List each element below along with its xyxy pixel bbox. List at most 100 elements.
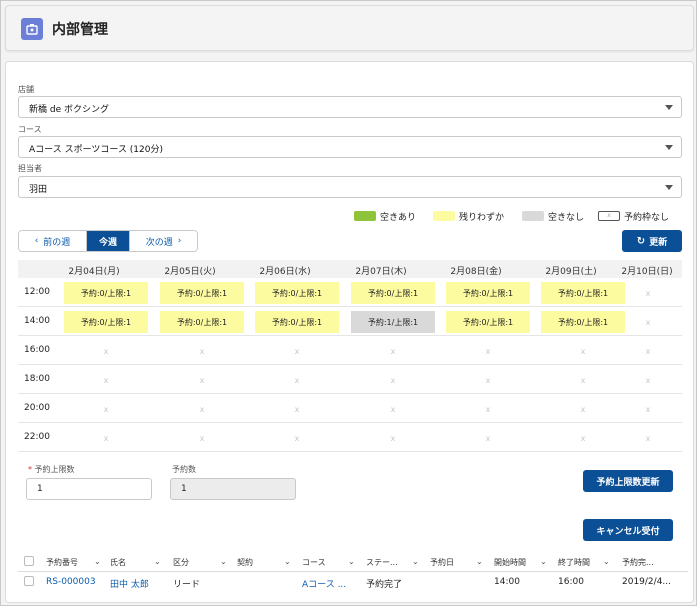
prev-week-button[interactable]: ‹ 前の週	[19, 231, 87, 251]
staff-select[interactable]: 羽田	[18, 176, 682, 198]
count-field: 1	[170, 478, 296, 500]
limit-label: * 予約上限数	[28, 464, 75, 475]
refresh-button[interactable]: ↻ 更新	[622, 230, 682, 252]
slot-empty: x	[485, 433, 491, 443]
required-mark: *	[28, 465, 32, 474]
time-row: 22:00 x x x x x x x	[18, 423, 682, 452]
slot-cell[interactable]: 予約:0/上限:1	[351, 282, 435, 304]
course-label: コース	[18, 125, 42, 134]
store-label: 店舗	[18, 85, 34, 94]
slot-empty: x	[645, 346, 651, 356]
time-row: 18:00 x x x x x x x	[18, 365, 682, 394]
chevron-down-icon[interactable]: ⌄	[348, 557, 355, 566]
time-label: 14:00	[24, 316, 50, 326]
time-label: 20:00	[24, 403, 50, 413]
app-frame: 内部管理 店舗 新橋 de ボクシング コース Aコース スポーツコース (12…	[0, 0, 697, 606]
column-header[interactable]: 開始時間	[494, 557, 526, 568]
column-header[interactable]: 契約	[237, 557, 253, 568]
column-header[interactable]: 区分	[173, 557, 189, 568]
day-header: 2月07日(木)	[355, 267, 407, 277]
limit-input[interactable]: 1	[26, 478, 152, 500]
reservation-table-header: 予約番号 ⌄ 氏名 ⌄ 区分 ⌄ 契約 ⌄ コース ⌄ ステー... ⌄ 予約日…	[18, 552, 688, 572]
slot-empty: x	[485, 404, 491, 414]
time-label: 18:00	[24, 374, 50, 384]
slot-cell[interactable]: 予約:0/上限:1	[64, 282, 148, 304]
chevron-down-icon[interactable]: ⌄	[476, 557, 483, 566]
type-cell: リード	[173, 580, 201, 590]
time-label: 22:00	[24, 432, 50, 442]
slot-cell[interactable]: 予約:0/上限:1	[64, 311, 148, 333]
this-week-button[interactable]: 今週	[87, 231, 129, 251]
column-header[interactable]: 予約完...	[622, 557, 654, 568]
legend-label: 残りわずか	[459, 212, 505, 223]
slot-cell[interactable]: 予約:0/上限:1	[446, 311, 530, 333]
course-select[interactable]: Aコース スポーツコース (120分)	[18, 136, 682, 158]
update-limit-button[interactable]: 予約上限数更新	[583, 470, 673, 492]
slot-cell[interactable]: 予約:0/上限:1	[541, 311, 625, 333]
chevron-down-icon[interactable]: ⌄	[94, 557, 101, 566]
store-select[interactable]: 新橋 de ボクシング	[18, 96, 682, 118]
chevron-down-icon[interactable]: ⌄	[284, 557, 291, 566]
next-week-button[interactable]: 次の週 ›	[129, 231, 197, 251]
chevron-down-icon	[665, 105, 673, 110]
start-time-cell: 14:00	[494, 577, 520, 587]
customer-name-link[interactable]: 田中 太郎	[110, 577, 149, 590]
chevron-left-icon: ‹	[34, 236, 39, 246]
time-label: 16:00	[24, 345, 50, 355]
column-header[interactable]: 氏名	[110, 557, 126, 568]
main-card: 店舗 新橋 de ボクシング コース Aコース スポーツコース (120分) 担…	[5, 61, 694, 603]
store-value: 新橋 de ボクシング	[29, 105, 109, 115]
slot-empty: x	[580, 433, 586, 443]
legend-full: 空きなし	[522, 209, 584, 223]
slot-empty: x	[199, 375, 205, 385]
slot-empty: x	[580, 404, 586, 414]
chevron-down-icon[interactable]: ⌄	[154, 557, 161, 566]
day-header: 2月09日(土)	[545, 267, 597, 277]
chevron-down-icon[interactable]: ⌄	[412, 557, 419, 566]
end-time-cell: 16:00	[558, 577, 584, 587]
chevron-down-icon	[665, 145, 673, 150]
slot-empty: x	[294, 346, 300, 356]
slot-empty: x	[390, 375, 396, 385]
chevron-down-icon[interactable]: ⌄	[603, 557, 610, 566]
column-header[interactable]: コース	[302, 557, 326, 568]
schedule-header: 2月04日(月) 2月05日(火) 2月06日(水) 2月07日(木) 2月08…	[18, 260, 682, 278]
reservation-id-link[interactable]: RS-000003	[46, 577, 96, 587]
time-row: 20:00 x x x x x x x	[18, 394, 682, 423]
column-header[interactable]: 予約番号	[46, 557, 78, 568]
legend-label: 空きなし	[548, 212, 585, 223]
refresh-label: 更新	[649, 237, 668, 248]
time-row: 12:00 予約:0/上限:1 予約:0/上限:1 予約:0/上限:1 予約:0…	[18, 278, 682, 307]
legend-available: 空きあり	[354, 209, 416, 223]
slot-cell-full[interactable]: 予約:1/上限:1	[351, 311, 435, 333]
chevron-down-icon[interactable]: ⌄	[540, 557, 547, 566]
time-row: 16:00 x x x x x x x	[18, 336, 682, 365]
legend-swatch	[522, 211, 544, 221]
slot-cell[interactable]: 予約:0/上限:1	[160, 311, 244, 333]
row-checkbox[interactable]	[24, 576, 34, 586]
day-header: 2月06日(水)	[259, 267, 311, 277]
slot-cell[interactable]: 予約:0/上限:1	[160, 282, 244, 304]
course-link[interactable]: Aコース ...	[302, 577, 346, 590]
column-header[interactable]: 予約日	[430, 557, 454, 568]
select-all-checkbox[interactable]	[24, 556, 34, 566]
column-header[interactable]: 終了時間	[558, 557, 590, 568]
slot-empty: x	[580, 346, 586, 356]
column-header[interactable]: ステー...	[366, 557, 398, 568]
cancel-accept-button[interactable]: キャンセル受付	[583, 519, 673, 541]
slot-cell[interactable]: 予約:0/上限:1	[446, 282, 530, 304]
day-header: 2月08日(金)	[450, 267, 502, 277]
chevron-down-icon[interactable]: ⌄	[220, 557, 227, 566]
slot-cell[interactable]: 予約:0/上限:1	[255, 282, 339, 304]
slot-cell[interactable]: 予約:0/上限:1	[255, 311, 339, 333]
slot-empty: x	[294, 433, 300, 443]
refresh-icon: ↻	[636, 235, 646, 247]
slot-empty: x	[103, 346, 109, 356]
day-header: 2月05日(火)	[164, 267, 216, 277]
slot-empty: x	[485, 375, 491, 385]
slot-cell[interactable]: 予約:0/上限:1	[541, 282, 625, 304]
staff-value: 羽田	[29, 185, 48, 195]
day-header: 2月04日(月)	[68, 267, 120, 277]
slot-empty: x	[645, 404, 651, 414]
slot-empty: x	[390, 433, 396, 443]
